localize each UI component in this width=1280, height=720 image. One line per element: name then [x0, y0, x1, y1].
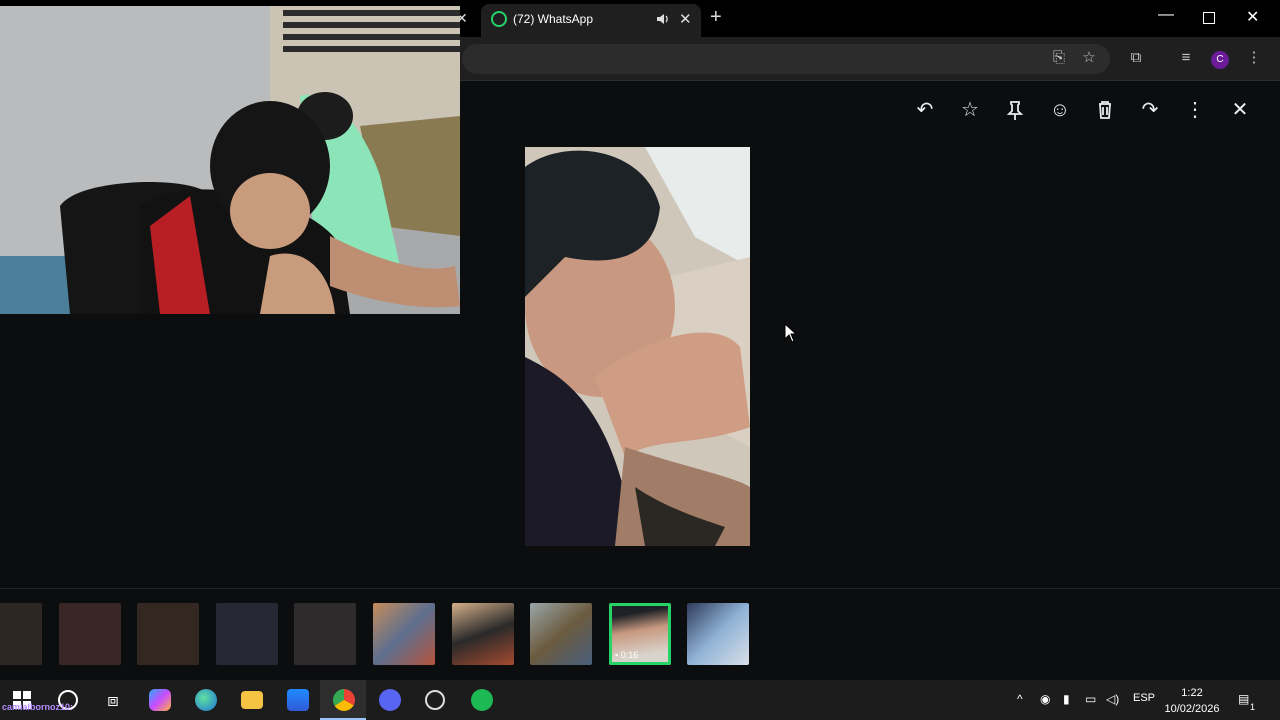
copilot-icon[interactable] [149, 689, 171, 711]
task-view-icon[interactable]: ⧈ [102, 689, 124, 711]
pin-shape [1006, 101, 1024, 120]
delete-icon[interactable] [1091, 96, 1119, 124]
obs-record-icon[interactable] [425, 690, 445, 710]
star-icon[interactable]: ☆ [956, 96, 984, 124]
screen: ✕ (72) WhatsApp ✕ + — ✕ ⎘ ☆ ⧉ ≡ C ⋮ ↶ ☆ … [0, 0, 1280, 720]
clock-time: 1:22 [1181, 687, 1203, 699]
file-explorer-icon[interactable] [241, 691, 263, 709]
thumbnail-4[interactable] [216, 603, 278, 665]
chrome-menu-icon[interactable]: ⋮ [1243, 47, 1265, 69]
thumbnail-2[interactable] [59, 603, 121, 665]
webcam-overlay [0, 6, 460, 314]
mouse-cursor [784, 323, 796, 343]
discord-tray-icon[interactable]: ◉ [1040, 692, 1050, 706]
speaker-icon[interactable] [655, 11, 671, 27]
thumbnail-1[interactable] [0, 603, 42, 665]
thumbnail-7[interactable] [452, 603, 514, 665]
microsoft-store-icon[interactable] [287, 689, 309, 711]
spotify-icon[interactable] [471, 689, 493, 711]
edge-icon[interactable] [195, 689, 217, 711]
address-bar[interactable] [462, 44, 1110, 74]
video-duration: ▪ 0:16 [615, 650, 639, 660]
trash-shape [1099, 101, 1111, 119]
reply-icon[interactable]: ↶ [911, 96, 939, 124]
thumbnail-3[interactable] [137, 603, 199, 665]
maximize-icon[interactable] [1203, 12, 1215, 24]
close-viewer-icon[interactable]: ✕ [1226, 96, 1254, 124]
pin-icon[interactable] [1001, 96, 1029, 124]
taskbar: ⧈ camialbornoz10: ^ ◉ ▮ ▭ ◁) ESP 1:22 10… [0, 680, 1280, 720]
media-controls-icon[interactable]: ≡ [1175, 47, 1197, 69]
minimize-icon[interactable]: — [1158, 6, 1174, 24]
profile-avatar[interactable]: C [1211, 51, 1229, 69]
discord-icon[interactable] [379, 689, 401, 711]
bookmark-star-icon[interactable]: ☆ [1078, 47, 1100, 69]
forward-icon[interactable]: ↷ [1136, 96, 1164, 124]
notification-count: 1 [1250, 702, 1256, 712]
whatsapp-icon [491, 11, 507, 27]
notifications-icon[interactable]: ▤ [1238, 692, 1249, 706]
emoji-react-icon[interactable]: ☺ [1046, 96, 1074, 124]
clock[interactable]: 1:22 10/02/2026 [1160, 685, 1224, 717]
thumbnail-strip: ▪ 0:16 [0, 588, 1280, 680]
extensions-icon[interactable]: ⧉ [1125, 47, 1147, 69]
new-tab-icon[interactable]: + [710, 6, 722, 29]
language-indicator[interactable]: ESP [1133, 692, 1155, 704]
install-app-icon[interactable]: ⎘ [1048, 47, 1070, 69]
more-options-icon[interactable]: ⋮ [1181, 96, 1209, 124]
video-frame-image [525, 147, 750, 546]
thumbnail-10[interactable] [687, 603, 749, 665]
tab-title: (72) WhatsApp [513, 12, 594, 26]
thumbnail-6[interactable] [373, 603, 435, 665]
media-preview[interactable] [525, 147, 750, 546]
window-close-icon[interactable]: ✕ [1246, 7, 1259, 27]
microphone-icon[interactable]: ▮ [1063, 692, 1070, 706]
volume-icon[interactable]: ◁) [1106, 692, 1119, 706]
thumbnail-9-active[interactable]: ▪ 0:16 [609, 603, 671, 665]
tab-whatsapp[interactable]: (72) WhatsApp ✕ [481, 4, 701, 37]
clock-date: 10/02/2026 [1164, 703, 1220, 715]
video-duration-text: 0:16 [620, 650, 639, 660]
show-hidden-icons-icon[interactable]: ^ [1017, 692, 1023, 706]
chrome-icon[interactable] [333, 689, 355, 711]
thumbnail-8[interactable] [530, 603, 592, 665]
thumbnail-5[interactable] [294, 603, 356, 665]
network-icon[interactable]: ▭ [1085, 692, 1096, 706]
chat-overlay-username: camialbornoz10: [2, 702, 74, 712]
webcam-image [0, 6, 460, 314]
tab-close-icon[interactable]: ✕ [679, 10, 692, 28]
